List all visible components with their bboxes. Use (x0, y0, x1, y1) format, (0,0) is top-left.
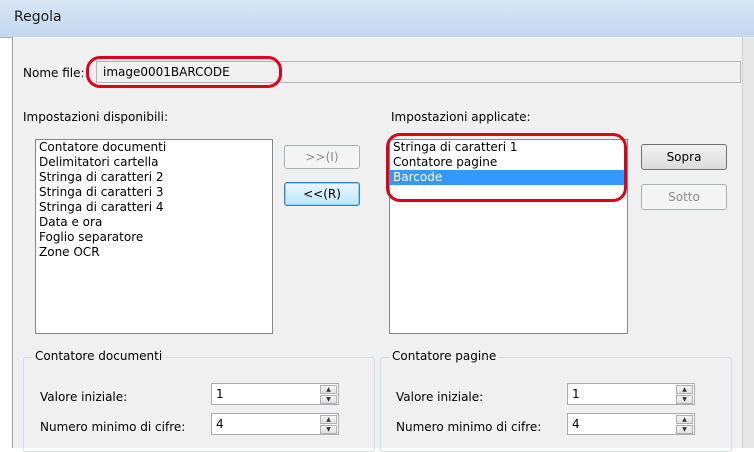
spin-down-arrow-icon[interactable]: ▼ (320, 425, 337, 434)
up-button[interactable]: Sopra (641, 144, 727, 170)
down-button[interactable]: Sotto (641, 184, 727, 210)
doc-counter-group: Contatore documenti Valore iniziale: 1 ▲… (23, 349, 375, 452)
page-digits-spinner[interactable]: 4 ▲ ▼ (567, 413, 695, 435)
list-item[interactable]: Stringa di caratteri 4 (36, 200, 272, 215)
list-item[interactable]: Zone OCR (36, 245, 272, 260)
list-item[interactable]: Stringa di caratteri 2 (36, 170, 272, 185)
list-item[interactable]: Stringa di caratteri 3 (36, 185, 272, 200)
doc-digits-spinner[interactable]: 4 ▲ ▼ (211, 413, 339, 435)
doc-initial-value: 1 (216, 387, 224, 401)
title-bar: Regola (0, 0, 754, 38)
spin-down-arrow-icon[interactable]: ▼ (676, 425, 693, 434)
applied-label: Impostazioni applicate: (391, 110, 531, 124)
list-item[interactable]: Foglio separatore (36, 230, 272, 245)
doc-digits-value: 4 (216, 417, 224, 431)
dialog-body: Nome file: image0001BARCODE Impostazioni… (12, 37, 744, 452)
remove-button[interactable]: <<(R) (284, 182, 360, 206)
available-label: Impostazioni disponibili: (23, 110, 168, 124)
page-counter-title: Contatore pagine (389, 349, 500, 363)
page-counter-group: Contatore pagine Valore iniziale: 1 ▲ ▼ … (380, 349, 732, 452)
applied-list[interactable]: Stringa di caratteri 1 Contatore pagine Ba… (389, 139, 628, 334)
page-initial-label: Valore iniziale: (396, 390, 484, 404)
page-initial-spinner[interactable]: 1 ▲ ▼ (567, 383, 695, 405)
filename-field: image0001BARCODE (96, 61, 741, 83)
list-item[interactable]: Delimitatori cartella (36, 155, 272, 170)
window-scrollbar[interactable] (742, 37, 754, 448)
spin-up-arrow-icon[interactable]: ▲ (320, 385, 337, 394)
doc-digits-label: Numero minimo di cifre: (40, 420, 186, 434)
list-item[interactable]: Contatore pagine (390, 155, 627, 170)
spin-down-arrow-icon[interactable]: ▼ (320, 395, 337, 404)
spin-up-arrow-icon[interactable]: ▲ (676, 385, 693, 394)
list-item[interactable]: Contatore documenti (36, 140, 272, 155)
doc-counter-title: Contatore documenti (32, 349, 166, 363)
list-item[interactable]: Stringa di caratteri 1 (390, 140, 627, 155)
spin-up-arrow-icon[interactable]: ▲ (676, 415, 693, 424)
available-list[interactable]: Contatore documenti Delimitatori cartella… (35, 139, 273, 334)
doc-initial-spinner[interactable]: 1 ▲ ▼ (211, 383, 339, 405)
window-title: Regola (14, 9, 62, 25)
spin-down-arrow-icon[interactable]: ▼ (676, 395, 693, 404)
filename-value: image0001BARCODE (103, 65, 230, 79)
list-item[interactable]: Barcode (390, 170, 627, 185)
filename-label: Nome file: (23, 66, 85, 80)
list-item[interactable]: Data e ora (36, 215, 272, 230)
add-button[interactable]: >>(I) (284, 145, 360, 169)
page-digits-value: 4 (572, 417, 580, 431)
page-initial-value: 1 (572, 387, 580, 401)
doc-initial-label: Valore iniziale: (40, 390, 128, 404)
spin-up-arrow-icon[interactable]: ▲ (320, 415, 337, 424)
page-digits-label: Numero minimo di cifre: (396, 420, 542, 434)
